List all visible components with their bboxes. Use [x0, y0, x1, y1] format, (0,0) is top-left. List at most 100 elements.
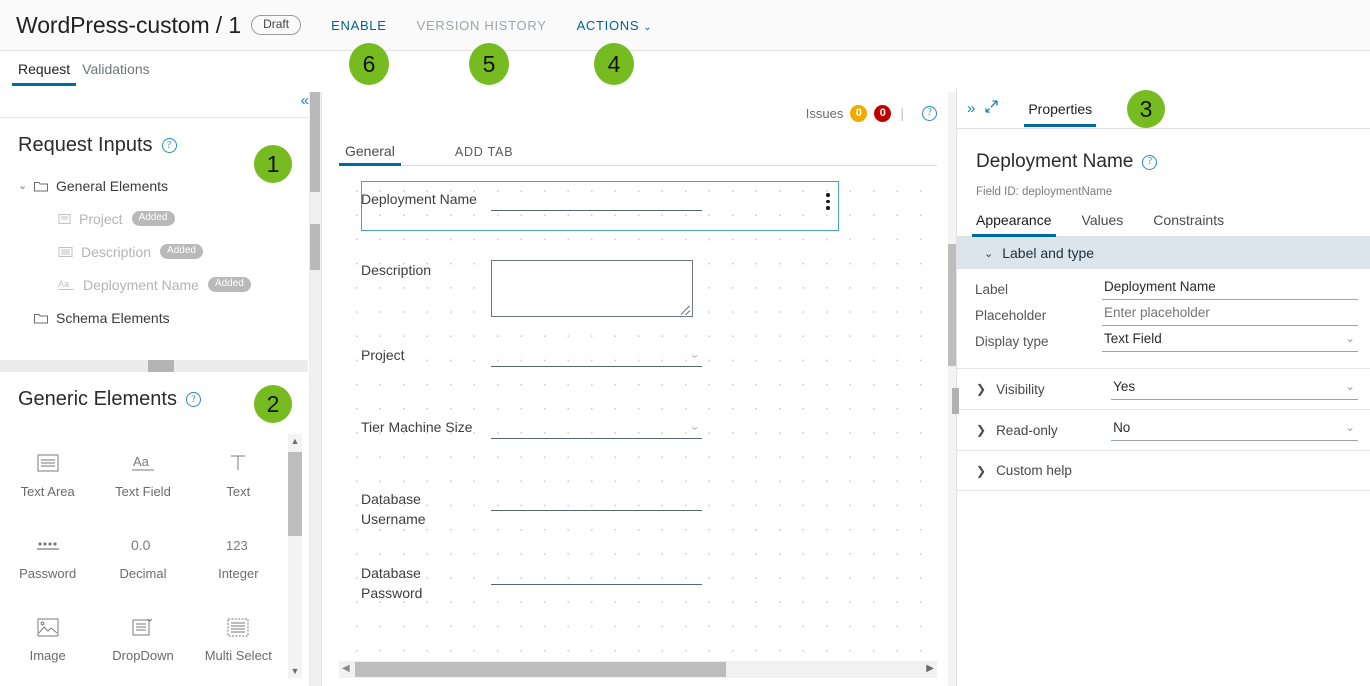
warning-count-badge[interactable]: 0 — [850, 104, 868, 122]
palette-item-label: DropDown — [112, 648, 174, 663]
palette-item-text-area[interactable]: Text Area — [0, 448, 95, 520]
tree-item-label: Project — [79, 210, 123, 227]
scrollbar-thumb-top[interactable] — [310, 92, 320, 192]
tab-constraints[interactable]: Constraints — [1153, 212, 1224, 236]
accordion-read-only[interactable]: ❯ Read-only No ⌄ — [957, 409, 1370, 450]
expand-diagonal-icon[interactable] — [984, 99, 999, 118]
properties-scrollbar-thumb[interactable] — [952, 388, 959, 414]
actions-menu-button[interactable]: ACTIONS ⌄ — [577, 18, 653, 33]
form-field-database-password[interactable]: Database Password — [339, 563, 937, 603]
canvas-tab-bar: General ADD TAB — [323, 134, 955, 166]
accordion-label-and-type[interactable]: ⌄ Label and type — [957, 237, 1370, 269]
form-field-description[interactable]: Description — [339, 260, 937, 317]
form-field-project[interactable]: Project ⌄ — [339, 345, 937, 367]
scrollbar-thumb[interactable] — [288, 452, 302, 536]
collapse-sidebar-icon[interactable]: « — [301, 92, 309, 109]
palette-item-label: Image — [29, 648, 66, 663]
svg-text:Aa: Aa — [58, 279, 69, 289]
display-type-select[interactable]: Text Field ⌄ — [1102, 331, 1358, 352]
scroll-left-icon[interactable]: ◀ — [342, 663, 350, 674]
form-field-deployment-name[interactable]: Deployment Name — [339, 189, 937, 211]
field-dropdown[interactable]: ⌄ — [491, 345, 702, 367]
help-icon[interactable]: ? — [922, 105, 937, 121]
visibility-select[interactable]: Yes ⌄ — [1111, 379, 1358, 400]
chevron-down-icon: ⌄ — [689, 418, 700, 433]
palette-item-text[interactable]: Text — [191, 448, 286, 520]
sidebar-horizontal-scrollbar[interactable] — [0, 360, 308, 372]
help-icon[interactable]: ? — [1142, 154, 1158, 170]
field-label: Project — [361, 347, 405, 363]
tab-properties[interactable]: Properties — [1024, 101, 1096, 127]
palette-item-integer[interactable]: 123 Integer — [191, 530, 286, 602]
tab-request[interactable]: Request — [12, 61, 77, 86]
palette-item-decimal[interactable]: 0.0 Decimal — [95, 530, 190, 602]
chevron-double-right-icon[interactable]: » — [967, 100, 975, 117]
field-input[interactable] — [491, 489, 702, 511]
scroll-down-icon[interactable]: ▼ — [290, 666, 300, 676]
field-input[interactable] — [491, 189, 702, 211]
tree-item-schema-elements[interactable]: Schema Elements — [18, 301, 321, 334]
help-icon[interactable]: ? — [161, 138, 177, 153]
property-rows: Label Deployment Name Placeholder Enter … — [957, 269, 1370, 354]
tab-validations[interactable]: Validations — [76, 61, 155, 86]
palette-item-image[interactable]: Image — [0, 612, 95, 684]
actions-label: ACTIONS — [576, 17, 640, 33]
svg-text:0.0: 0.0 — [131, 537, 151, 553]
tree-item-project[interactable]: Project Added — [18, 202, 321, 235]
field-input[interactable] — [491, 563, 702, 585]
chevron-down-icon: ⌄ — [1344, 419, 1355, 434]
scrollbar-thumb-bottom[interactable] — [310, 224, 320, 270]
placeholder-input[interactable]: Enter placeholder — [1102, 305, 1358, 326]
chevron-down-icon: ⌄ — [689, 346, 700, 361]
label-input[interactable]: Deployment Name — [1102, 279, 1358, 300]
help-icon[interactable]: ? — [185, 392, 201, 407]
palette-scrollbar[interactable]: ▲ ▼ — [288, 434, 302, 678]
svg-text:123: 123 — [226, 538, 248, 553]
scroll-up-icon[interactable]: ▲ — [290, 436, 300, 446]
form-design-canvas[interactable]: Deployment Name Description Project ⌄ Ti… — [339, 175, 937, 653]
tree-item-deployment-name[interactable]: Aa Deployment Name Added — [18, 268, 321, 301]
issues-bar: Issues 0 0 | ? — [323, 92, 955, 134]
tab-appearance[interactable]: Appearance — [972, 212, 1056, 237]
multi-select-icon — [227, 612, 249, 642]
added-badge: Added — [160, 244, 203, 259]
palette-item-text-field[interactable]: Aa Text Field — [95, 448, 190, 520]
chevron-down-icon: ⌄ — [1344, 378, 1355, 393]
resize-handle[interactable] — [681, 306, 690, 315]
palette-item-multi-select[interactable]: Multi Select — [191, 612, 286, 684]
tab-values[interactable]: Values — [1082, 212, 1124, 236]
sidebar-vertical-scrollbar[interactable] — [309, 92, 321, 686]
form-field-database-username[interactable]: Database Username — [339, 489, 937, 529]
field-textarea[interactable] — [491, 260, 693, 317]
scroll-right-icon[interactable]: ▶ — [926, 663, 934, 674]
top-header-bar: WordPress-custom / 1 Draft ENABLE VERSIO… — [0, 0, 1370, 51]
scrollbar-thumb[interactable] — [355, 662, 726, 677]
scrollbar-thumb[interactable] — [148, 360, 174, 372]
properties-title-row: Deployment Name ? — [957, 129, 1370, 173]
scrollbar-thumb[interactable] — [948, 244, 956, 366]
accordion-custom-help[interactable]: ❯ Custom help — [957, 450, 1370, 491]
visibility-value: Yes — [1113, 378, 1136, 394]
palette-item-dropdown[interactable]: DropDown — [95, 612, 190, 684]
integer-icon: 123 — [223, 530, 253, 560]
folder-icon — [34, 312, 48, 324]
enable-button[interactable]: ENABLE — [331, 18, 387, 33]
form-field-tier-machine-size[interactable]: Tier Machine Size ⌄ — [339, 417, 937, 439]
error-count-badge[interactable]: 0 — [874, 104, 892, 122]
palette-item-label: Text Area — [20, 484, 75, 499]
property-key: Placeholder — [975, 307, 1047, 323]
tab-general[interactable]: General — [339, 143, 401, 166]
add-tab-button[interactable]: ADD TAB — [449, 145, 520, 166]
field-label: Database Password — [361, 565, 423, 601]
canvas-horizontal-scrollbar[interactable]: ◀ ▶ — [339, 661, 937, 678]
tree-item-description[interactable]: Description Added — [18, 235, 321, 268]
accordion-visibility[interactable]: ❯ Visibility Yes ⌄ — [957, 368, 1370, 409]
field-dropdown[interactable]: ⌄ — [491, 417, 702, 439]
tree-item-label: Description — [81, 243, 152, 260]
property-key: Label — [975, 281, 1009, 297]
palette-item-password[interactable]: Password — [0, 530, 95, 602]
canvas-tab-rule — [339, 165, 937, 166]
version-history-button[interactable]: VERSION HISTORY — [417, 18, 547, 33]
read-only-select[interactable]: No ⌄ — [1111, 420, 1358, 441]
